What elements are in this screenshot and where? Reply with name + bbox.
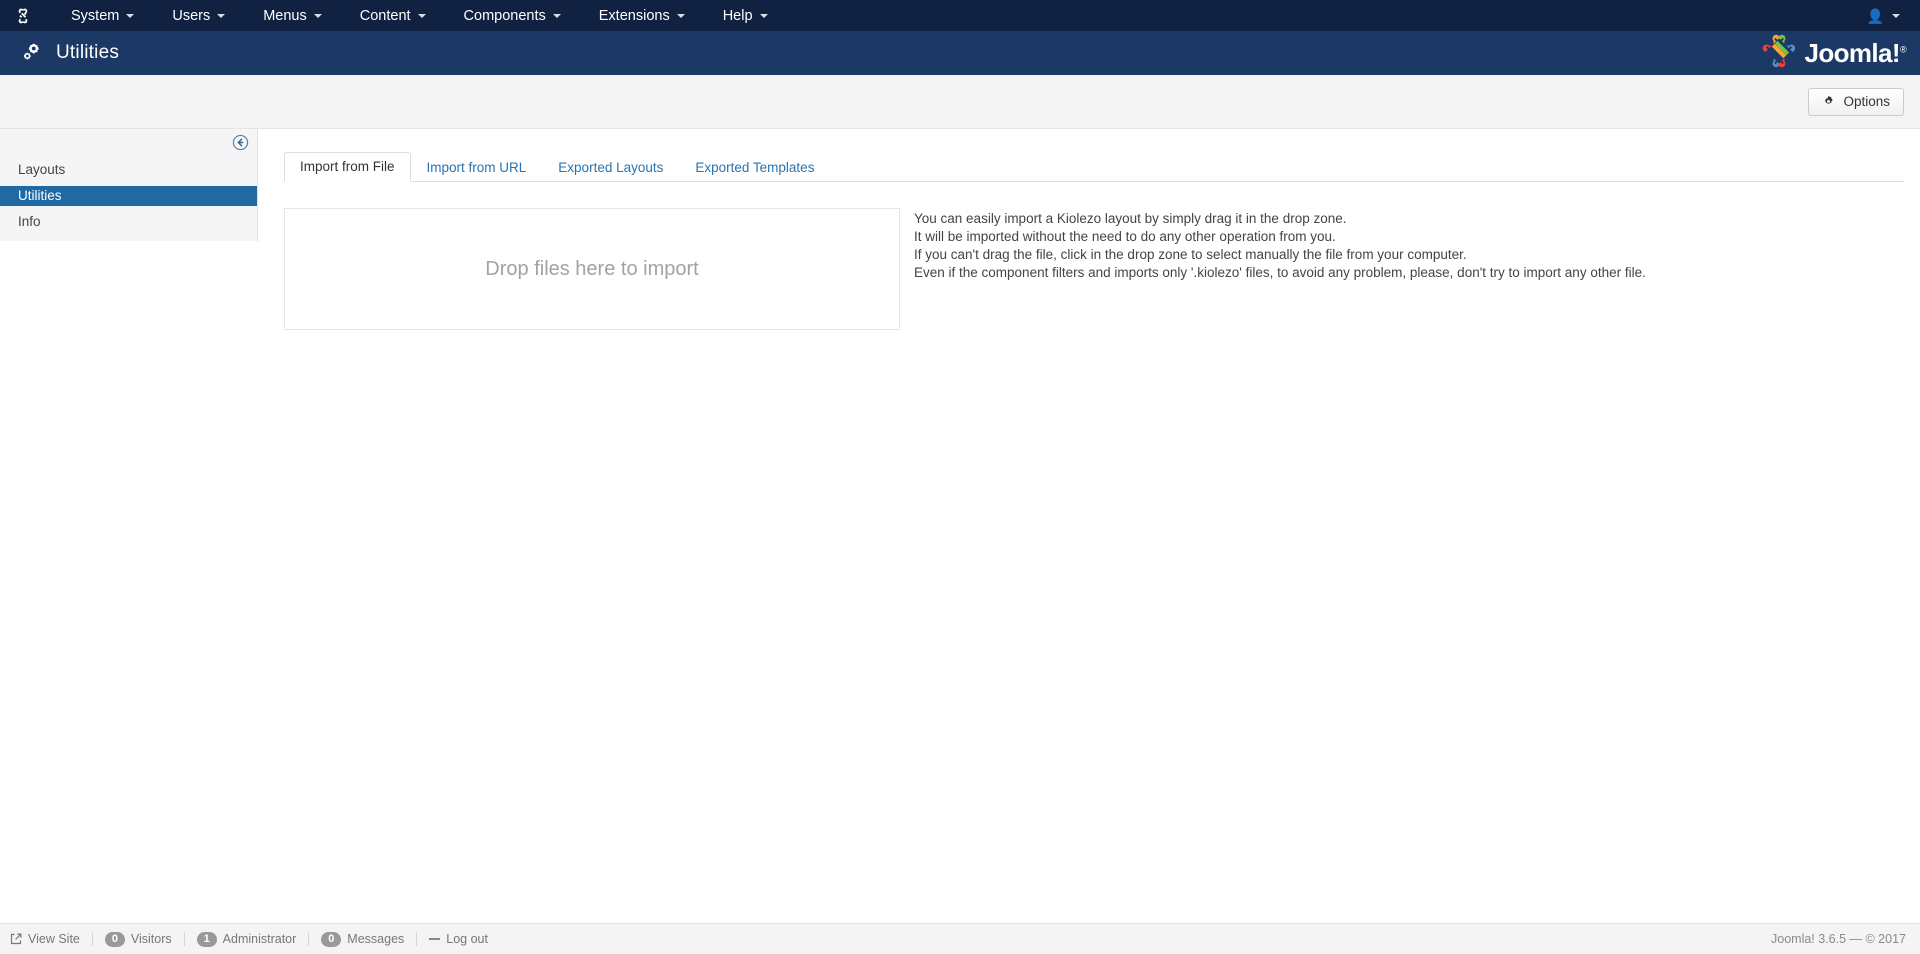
joomla-logo-text: Joomla!® (1804, 37, 1906, 68)
chevron-down-icon (313, 13, 322, 18)
menu-item-extensions[interactable]: Extensions (580, 0, 704, 31)
status-bar: View Site 0 Visitors 1 Administrator 0 M… (0, 923, 1920, 954)
menu-item-label: Users (172, 7, 211, 24)
page-title: Utilities (56, 42, 120, 63)
toolbar: Options (0, 75, 1920, 129)
tab-label: Exported Layouts (558, 159, 664, 175)
menu-item-label: Help (722, 7, 753, 24)
chevron-down-icon (552, 13, 561, 18)
menu-item-help[interactable]: Help (704, 0, 787, 31)
sidebar-item-info[interactable]: Info (0, 212, 257, 232)
visitors-counter[interactable]: 0 Visitors (104, 931, 172, 947)
menu-item-components[interactable]: Components (445, 0, 580, 31)
messages-label: Messages (347, 932, 405, 946)
dropzone-label: Drop files here to import (485, 257, 699, 280)
tab-exported-templates[interactable]: Exported Templates (679, 153, 830, 183)
chevron-down-icon (759, 13, 768, 18)
instruction-line: You can easily import a Kiolezo layout b… (914, 211, 1347, 226)
administrator-counter[interactable]: 1 Administrator (196, 931, 297, 947)
cogs-icon (18, 40, 44, 66)
gear-icon (1822, 94, 1835, 110)
body-container: Layouts Utilities Info Import from File … (0, 129, 1920, 954)
messages-counter[interactable]: 0 Messages (321, 931, 405, 947)
sidebar-item-label: Layouts (18, 162, 66, 177)
arrow-circle-left-icon[interactable] (232, 134, 249, 156)
tab-label: Exported Templates (695, 159, 815, 175)
view-site-link[interactable]: View Site (10, 932, 80, 946)
tab-import-from-file[interactable]: Import from File (284, 151, 411, 182)
menu-item-label: Content (359, 7, 411, 24)
file-dropzone[interactable]: Drop files here to import (284, 208, 900, 330)
sidebar-item-utilities[interactable]: Utilities (0, 186, 257, 206)
tab-label: Import from File (300, 158, 395, 174)
tab-import-from-url[interactable]: Import from URL (411, 153, 543, 183)
sidebar-item-layouts[interactable]: Layouts (0, 160, 257, 180)
view-site-label: View Site (28, 932, 80, 946)
chevron-down-icon (1892, 13, 1900, 18)
administrator-badge: 1 (196, 931, 217, 947)
tab-bar: Import from File Import from URL Exporte… (284, 150, 1904, 182)
menu-item-menus[interactable]: Menus (244, 0, 341, 31)
version-info: Joomla! 3.6.5 — © 2017 (1771, 932, 1906, 946)
status-separator (416, 932, 418, 946)
page-header: Utilities Joomla!® (0, 31, 1920, 75)
user-icon: 👤 (1866, 7, 1884, 24)
instruction-line: If you can't drag the file, click in the… (914, 247, 1467, 262)
user-menu-button[interactable]: 👤 (1867, 9, 1906, 23)
menu-item-content[interactable]: Content (341, 0, 445, 31)
main-menu: System Users Menus Content Components Ex… (52, 0, 787, 31)
chevron-down-icon (417, 13, 426, 18)
options-button-label: Options (1843, 94, 1890, 109)
admin-menubar: System Users Menus Content Components Ex… (0, 0, 1920, 31)
sidebar-item-label: Info (18, 214, 41, 229)
status-separator (91, 932, 93, 946)
tab-label: Import from URL (426, 159, 527, 175)
tab-exported-layouts[interactable]: Exported Layouts (542, 153, 679, 183)
logout-button[interactable]: Log out (429, 932, 488, 946)
sidebar: Layouts Utilities Info (0, 129, 258, 241)
joomla-logo-icon (1761, 33, 1797, 74)
chevron-down-icon (126, 13, 135, 18)
import-instructions: You can easily import a Kiolezo layout b… (900, 208, 1904, 330)
chevron-down-icon (676, 13, 685, 18)
main-content: Import from File Import from URL Exporte… (258, 129, 1920, 954)
menu-item-label: Menus (263, 7, 307, 24)
instruction-line: It will be imported without the need to … (914, 229, 1336, 244)
status-separator (183, 932, 185, 946)
status-separator (308, 932, 310, 946)
menu-item-users[interactable]: Users (153, 0, 244, 31)
external-link-icon (10, 933, 22, 945)
menu-item-label: Components (463, 7, 546, 24)
administrator-label: Administrator (222, 932, 297, 946)
logout-icon (429, 938, 441, 940)
logout-label: Log out (446, 932, 488, 946)
visitors-label: Visitors (130, 932, 172, 946)
menu-item-label: System (71, 7, 120, 24)
sidebar-nav: Layouts Utilities Info (0, 160, 257, 232)
menu-item-system[interactable]: System (52, 0, 153, 31)
chevron-down-icon (217, 13, 226, 18)
tab-panel-import-from-file: Drop files here to import You can easily… (284, 182, 1904, 330)
joomla-brand-icon[interactable] (12, 5, 34, 27)
options-button[interactable]: Options (1808, 87, 1904, 116)
instruction-line: Even if the component filters and import… (914, 265, 1646, 280)
joomla-logo: Joomla!® (1761, 33, 1907, 74)
menu-item-label: Extensions (598, 7, 670, 24)
sidebar-item-label: Utilities (18, 188, 62, 203)
messages-badge: 0 (321, 931, 342, 947)
visitors-badge: 0 (104, 931, 125, 947)
